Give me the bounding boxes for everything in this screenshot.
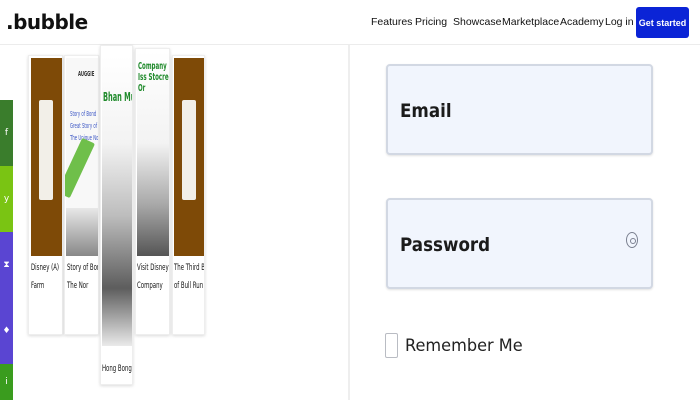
password-label: Password [400, 234, 491, 256]
show-password-icon[interactable] [626, 232, 638, 248]
nav-marketplace-link[interactable]: Marketplace [502, 16, 559, 28]
showcase-card[interactable]: Disney (A) Farm [28, 55, 63, 335]
facebook-icon: f [4, 128, 9, 138]
showcase-card[interactable]: Company Finas Iss Stocreg Or Visit Disne… [135, 48, 170, 335]
nav-pricing-link[interactable]: Pricing [415, 16, 447, 28]
card-caption: Hong Bonga [102, 364, 133, 374]
password-field[interactable]: Password [386, 198, 653, 289]
showcase-card[interactable]: Bhan Mun Mid Hong Bonga [100, 45, 133, 385]
top-nav-bar: .bubble Features Pricing Showcase Market… [0, 0, 700, 45]
email-label: Email [400, 100, 452, 122]
remember-me-checkbox[interactable] [385, 333, 398, 358]
get-started-button[interactable]: Get started [636, 7, 689, 38]
card-caption: The Third Battle of Bull Run The [174, 263, 205, 291]
linkedin-icon: i [5, 377, 8, 387]
bookmark-share-button[interactable]: ⧗ [0, 232, 13, 298]
pinterest-share-button[interactable]: ♦ [0, 298, 13, 364]
pinterest-icon: ♦ [2, 326, 11, 336]
linkedin-share-button[interactable]: i [0, 364, 13, 400]
card-caption: Disney (A) Farm [31, 263, 60, 291]
card-image [174, 58, 204, 256]
card-image [31, 58, 62, 256]
nav-showcase-link[interactable]: Showcase [453, 16, 501, 28]
bookmark-icon: ⧗ [3, 260, 10, 270]
card-image: AUGGIE Story of Bond Great Story of The … [65, 58, 98, 256]
card-caption: Visit Disney Company [137, 263, 169, 291]
panel-divider [348, 45, 350, 400]
nav-login-link[interactable]: Log in [605, 16, 634, 28]
twitter-icon: y [3, 194, 10, 204]
facebook-share-button[interactable]: f [0, 100, 13, 166]
nav-academy-link[interactable]: Academy [560, 16, 604, 28]
card-caption: Story of Bond The Nor [67, 263, 98, 291]
twitter-share-button[interactable]: y [0, 166, 13, 232]
email-field[interactable]: Email [386, 64, 653, 155]
bubble-logo[interactable]: .bubble [6, 10, 88, 34]
remember-me-label[interactable]: Remember Me [405, 336, 523, 356]
card-image: Company Finas Iss Stocreg Or [137, 51, 169, 256]
nav-features-link[interactable]: Features [371, 16, 412, 28]
showcase-card[interactable]: AUGGIE Story of Bond Great Story of The … [64, 55, 99, 335]
card-image: Bhan Mun Mid [102, 56, 132, 346]
showcase-card[interactable]: The Third Battle of Bull Run The [172, 55, 205, 335]
